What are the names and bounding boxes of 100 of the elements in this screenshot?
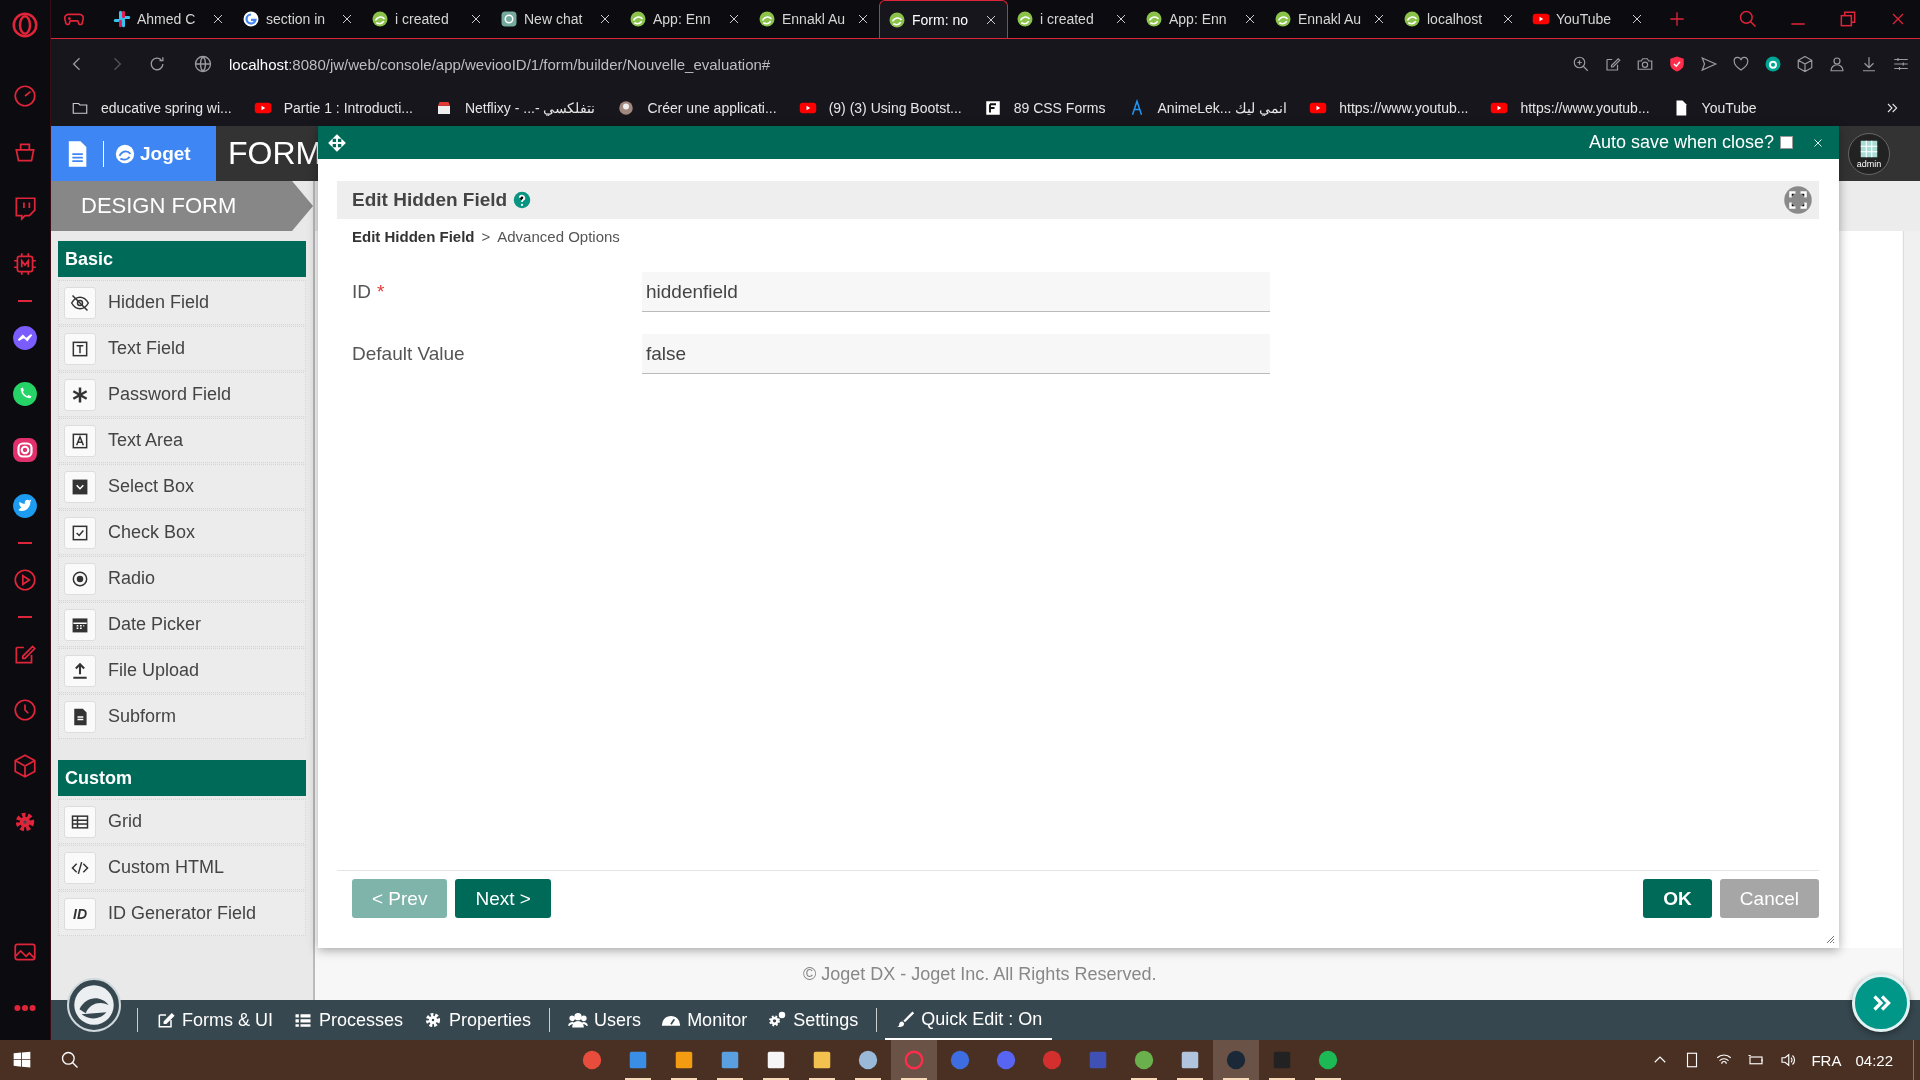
new-tab-icon[interactable] — [1667, 9, 1687, 29]
zoom-icon[interactable] — [1572, 55, 1590, 73]
avatar[interactable]: admin — [1848, 132, 1890, 175]
edit-icon[interactable] — [1604, 55, 1622, 73]
play-icon[interactable] — [12, 567, 38, 593]
swirl-icon — [1274, 10, 1292, 28]
browser-tab[interactable]: App: Enn — [621, 0, 750, 38]
palette-item[interactable]: Text Field — [58, 326, 306, 371]
restore-icon[interactable] — [1838, 9, 1858, 29]
bookmark[interactable]: 89 CSS Forms — [983, 98, 1106, 117]
palette-item[interactable]: Radio — [58, 556, 306, 601]
dialog-title: Edit Hidden Field — [352, 189, 508, 211]
browser-tab[interactable]: New chat — [492, 0, 621, 38]
scrollbar[interactable] — [1903, 231, 1920, 1000]
palette-item[interactable]: Hidden Field — [58, 280, 306, 325]
brush-icon — [895, 1009, 916, 1029]
send-icon[interactable] — [1700, 55, 1718, 73]
globe-icon[interactable] — [193, 54, 213, 74]
help-icon[interactable] — [513, 191, 532, 209]
browser-tab[interactable]: i created — [363, 0, 492, 38]
palette-item[interactable]: File Upload — [58, 648, 306, 693]
palette-item[interactable]: Grid — [58, 799, 306, 844]
speaker-icon[interactable] — [1779, 1051, 1798, 1069]
camera-icon[interactable] — [12, 437, 38, 463]
breadcrumb-link[interactable]: Advanced Options — [497, 228, 620, 245]
browser-tab[interactable]: Ennakl Au — [750, 0, 879, 38]
user-icon[interactable] — [1828, 55, 1846, 73]
input-field[interactable]: false — [642, 334, 1270, 374]
heart-icon[interactable] — [1732, 55, 1750, 73]
windows-icon[interactable] — [12, 1050, 32, 1070]
app-icon[interactable] — [1317, 1049, 1339, 1071]
ok-button[interactable]: OK — [1643, 879, 1712, 918]
phone-bubble-icon[interactable] — [12, 381, 38, 407]
address-field[interactable]: localhost:8080/jw/web/console/app/weviooID/1/form/builder/Nouvelle_evaluation# — [229, 55, 771, 73]
admin-menu-item[interactable]: Settings — [757, 1000, 869, 1040]
browser-tab[interactable]: Form: no — [879, 0, 1008, 38]
bookmark[interactable]: https://www.youtub... — [1490, 98, 1650, 117]
bookmark[interactable]: Créer une applicati... — [617, 98, 777, 117]
app-icon[interactable] — [1133, 1049, 1155, 1071]
admin-menu-item[interactable]: Forms & UI — [146, 1000, 283, 1040]
app-icon[interactable] — [857, 1049, 879, 1071]
admin-menu-item[interactable]: Processes — [283, 1000, 414, 1040]
browser-tab[interactable]: App: Enn — [1137, 0, 1266, 38]
cube-icon[interactable] — [12, 753, 38, 779]
app-icon[interactable] — [765, 1049, 787, 1071]
shield-icon[interactable] — [1668, 55, 1686, 73]
palette-item[interactable]: ID ID Generator Field — [58, 891, 306, 936]
bookmark[interactable]: Netflixy - ...- نتفلكسي — [434, 98, 596, 117]
ring-icon — [242, 10, 260, 28]
palette-item[interactable]: Subform — [58, 694, 306, 739]
camera-icon[interactable] — [1636, 55, 1654, 73]
browser-tab[interactable]: YouTube — [1524, 0, 1653, 38]
palette-item[interactable]: Password Field — [58, 372, 306, 417]
chat-box-icon[interactable] — [12, 195, 38, 221]
palette-item[interactable]: Select Box — [58, 464, 306, 509]
download-icon[interactable] — [1860, 55, 1878, 73]
palette-item[interactable]: Custom HTML — [58, 845, 306, 890]
bird-icon[interactable] — [12, 493, 38, 519]
bookmark[interactable]: AnimeLek... انمي ليك — [1127, 98, 1288, 117]
bookmark[interactable]: Partie 1 : Introducti... — [253, 98, 413, 117]
input-field[interactable]: hiddenfield — [642, 272, 1270, 312]
resize-grip-icon[interactable] — [1825, 934, 1835, 944]
bookmark[interactable]: educative spring wi... — [71, 98, 232, 117]
admin-menu-item[interactable]: Properties — [413, 1000, 542, 1040]
knot-icon — [500, 10, 518, 28]
browser-tab[interactable]: section in — [234, 0, 363, 38]
search-icon[interactable] — [60, 1050, 80, 1070]
clock-icon[interactable] — [12, 697, 38, 723]
breadcrumb-link[interactable]: Edit Hidden Field — [352, 228, 475, 245]
design-form-step[interactable]: DESIGN FORM — [51, 181, 313, 231]
ring-icon[interactable] — [10, 10, 40, 40]
badge-icon[interactable] — [1764, 55, 1782, 73]
clock-text[interactable]: 04:22 — [1855, 1051, 1893, 1069]
next-button[interactable]: Next > — [455, 879, 551, 918]
palette-item[interactable]: Date Picker — [58, 602, 306, 647]
admin-menu-item[interactable]: Monitor — [651, 1000, 758, 1040]
swirl-logo-icon[interactable] — [67, 978, 121, 1032]
admin-menu-item[interactable]: Users — [558, 1000, 652, 1040]
browser-tab[interactable]: i created — [1008, 0, 1137, 38]
bookmark[interactable]: YouTube — [1671, 98, 1757, 117]
chip-icon[interactable] — [12, 251, 38, 277]
browser-tab[interactable]: Ennakl Au — [1266, 0, 1395, 38]
language-indicator[interactable]: FRA — [1811, 1051, 1842, 1069]
palette-item[interactable]: Check Box — [58, 510, 306, 555]
bookmark[interactable]: https://www.youtub... — [1309, 98, 1469, 117]
app-icon[interactable] — [673, 1049, 695, 1071]
settings-icon[interactable] — [1892, 55, 1910, 73]
bookmark[interactable]: (9) (3) Using Bootst... — [798, 98, 962, 117]
autosave-checkbox[interactable] — [1780, 136, 1793, 149]
palette-item[interactable]: Text Area — [58, 418, 306, 463]
speedometer-icon[interactable] — [12, 83, 38, 109]
browser-tab[interactable]: localhost — [1395, 0, 1524, 38]
swirl-icon — [371, 10, 389, 28]
cube-icon[interactable] — [1796, 55, 1814, 73]
chat-bubble-icon[interactable] — [12, 325, 38, 351]
browser-tab[interactable]: Ahmed C — [105, 0, 234, 38]
fullscreen-icon[interactable] — [1783, 185, 1813, 215]
app-icon[interactable] — [811, 1049, 833, 1071]
app-icon[interactable] — [1179, 1049, 1201, 1071]
move-icon[interactable] — [328, 133, 346, 152]
